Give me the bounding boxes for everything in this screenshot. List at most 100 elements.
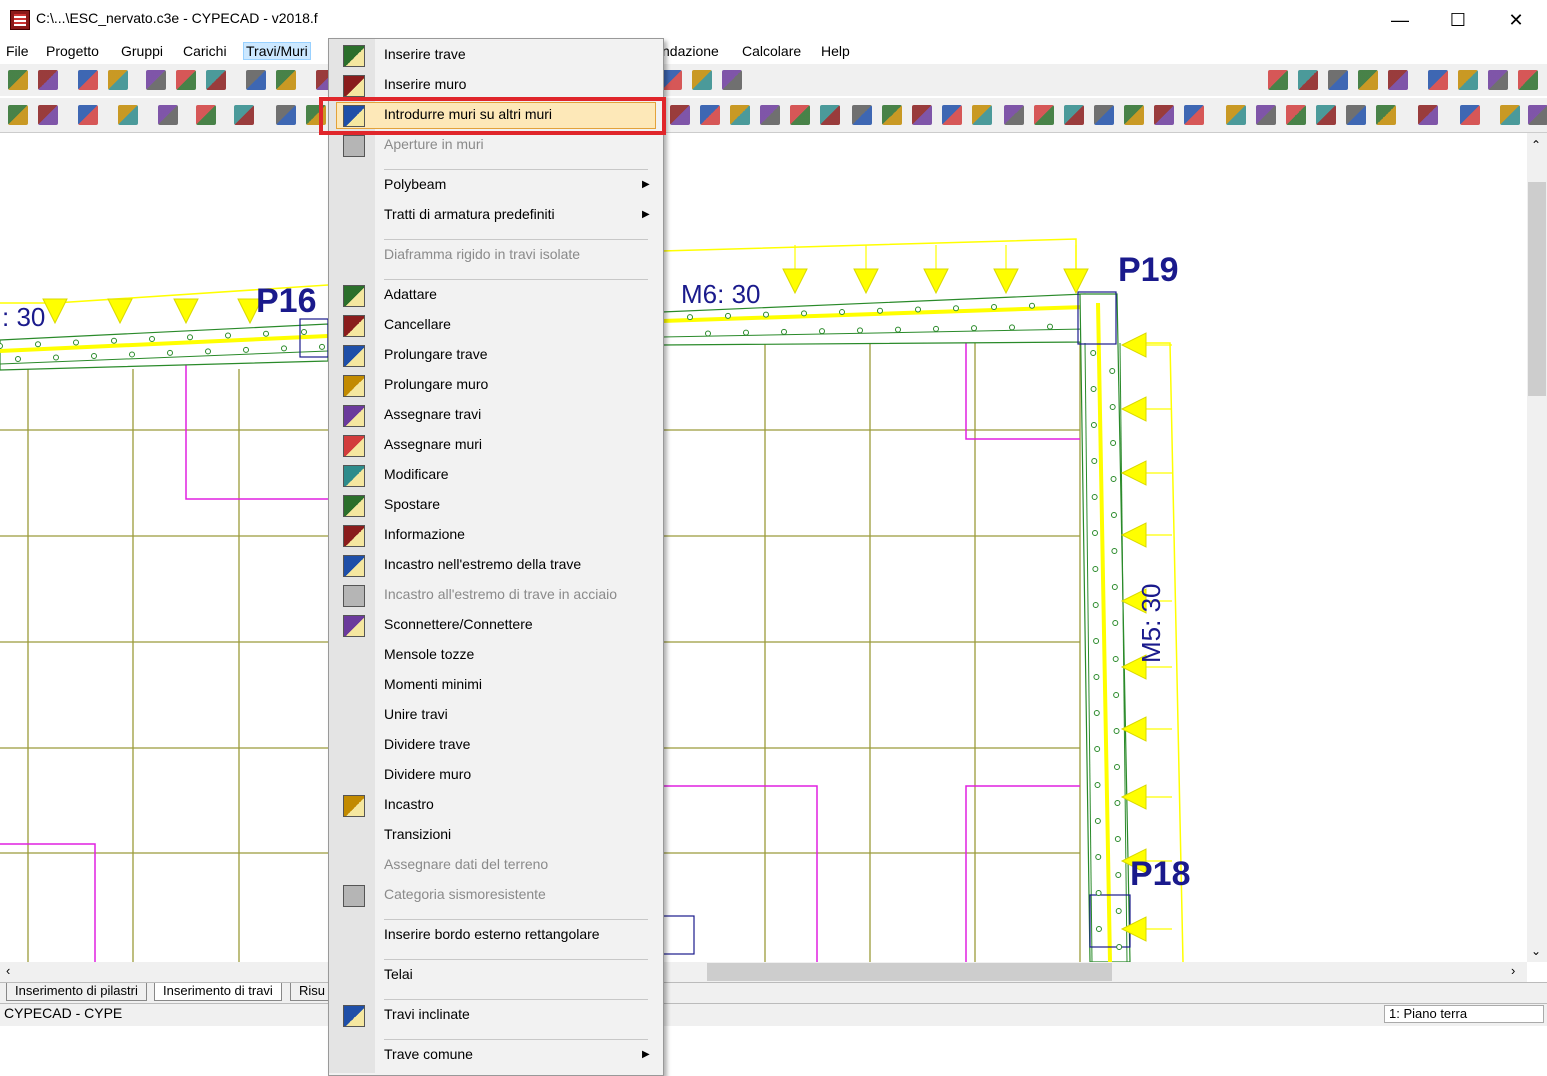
toolbar2-button-icon[interactable] bbox=[1124, 105, 1144, 125]
menu-option-diaframma-rigido-in-travi-isolate[interactable]: Diaframma rigido in travi isolate bbox=[384, 246, 580, 262]
toolbar2-button-icon[interactable] bbox=[1346, 105, 1366, 125]
menu-option-aperture-in-muri[interactable]: Aperture in muri bbox=[384, 136, 484, 152]
close-button[interactable]: ✕ bbox=[1487, 0, 1545, 40]
toolbar1-button-icon[interactable] bbox=[276, 70, 296, 90]
menu-file[interactable]: File bbox=[4, 43, 31, 59]
toolbar2-button-icon[interactable] bbox=[972, 105, 992, 125]
menu-option-sconnettere-connettere[interactable]: Sconnettere/Connettere bbox=[384, 616, 533, 632]
toolbar2-button-icon[interactable] bbox=[1460, 105, 1480, 125]
menu-help[interactable]: Help bbox=[819, 43, 852, 59]
menu-option-spostare[interactable]: Spostare bbox=[384, 496, 440, 512]
scroll-right-icon[interactable]: › bbox=[1511, 963, 1515, 978]
toolbar2-button-icon[interactable] bbox=[78, 105, 98, 125]
toolbar1-button-icon[interactable] bbox=[1388, 70, 1408, 90]
toolbar2-button-icon[interactable] bbox=[1418, 105, 1438, 125]
toolbar2-button-icon[interactable] bbox=[1286, 105, 1306, 125]
toolbar2-button-icon[interactable] bbox=[276, 105, 296, 125]
toolbar2-button-icon[interactable] bbox=[118, 105, 138, 125]
menu-option-modificare[interactable]: Modificare bbox=[384, 466, 449, 482]
menu-option-dividere-trave[interactable]: Dividere trave bbox=[384, 736, 470, 752]
toolbar2-button-icon[interactable] bbox=[8, 105, 28, 125]
menu-option-prolungare-muro[interactable]: Prolungare muro bbox=[384, 376, 488, 392]
menu-option-mensole-tozze[interactable]: Mensole tozze bbox=[384, 646, 474, 662]
menu-progetto[interactable]: Progetto bbox=[44, 43, 101, 59]
toolbar1-button-icon[interactable] bbox=[1358, 70, 1378, 90]
toolbar2-button-icon[interactable] bbox=[234, 105, 254, 125]
menu-option-incastro[interactable]: Incastro bbox=[384, 796, 434, 812]
toolbar2-button-icon[interactable] bbox=[912, 105, 932, 125]
toolbar1-button-icon[interactable] bbox=[1518, 70, 1538, 90]
toolbar1-button-icon[interactable] bbox=[1458, 70, 1478, 90]
toolbar2-button-icon[interactable] bbox=[670, 105, 690, 125]
toolbar2-button-icon[interactable] bbox=[1064, 105, 1084, 125]
toolbar1-button-icon[interactable] bbox=[176, 70, 196, 90]
toolbar2-button-icon[interactable] bbox=[196, 105, 216, 125]
menu-gruppi[interactable]: Gruppi bbox=[119, 43, 165, 59]
toolbar2-button-icon[interactable] bbox=[1034, 105, 1054, 125]
toolbar1-button-icon[interactable] bbox=[206, 70, 226, 90]
menu-carichi[interactable]: Carichi bbox=[181, 43, 229, 59]
toolbar2-button-icon[interactable] bbox=[700, 105, 720, 125]
menu-option-assegnare-muri[interactable]: Assegnare muri bbox=[384, 436, 482, 452]
toolbar1-button-icon[interactable] bbox=[8, 70, 28, 90]
toolbar2-button-icon[interactable] bbox=[38, 105, 58, 125]
scroll-up-icon[interactable]: ⌃ bbox=[1531, 138, 1541, 152]
toolbar2-button-icon[interactable] bbox=[820, 105, 840, 125]
scroll-down-icon[interactable]: ⌄ bbox=[1531, 944, 1541, 958]
toolbar1-button-icon[interactable] bbox=[722, 70, 742, 90]
toolbar2-button-icon[interactable] bbox=[1528, 105, 1547, 125]
menu-option-dividere-muro[interactable]: Dividere muro bbox=[384, 766, 471, 782]
menu-option-inserire-muro[interactable]: Inserire muro bbox=[384, 76, 466, 92]
tab-inserimento-pilastri[interactable]: Inserimento di pilastri bbox=[6, 983, 147, 1001]
toolbar1-button-icon[interactable] bbox=[1328, 70, 1348, 90]
menu-option-adattare[interactable]: Adattare bbox=[384, 286, 437, 302]
tab-inserimento-travi[interactable]: Inserimento di travi bbox=[154, 983, 282, 1001]
menu-option-travi-inclinate[interactable]: Travi inclinate bbox=[384, 1006, 470, 1022]
vertical-scroll-thumb[interactable] bbox=[1528, 182, 1546, 396]
toolbar2-button-icon[interactable] bbox=[1376, 105, 1396, 125]
toolbar2-button-icon[interactable] bbox=[1184, 105, 1204, 125]
toolbar1-button-icon[interactable] bbox=[1268, 70, 1288, 90]
menu-option-cancellare[interactable]: Cancellare bbox=[384, 316, 451, 332]
toolbar1-button-icon[interactable] bbox=[1428, 70, 1448, 90]
toolbar1-button-icon[interactable] bbox=[662, 70, 682, 90]
menu-travi-muri[interactable]: Travi/Muri bbox=[243, 42, 311, 60]
menu-option-assegnare-dati-del-terreno[interactable]: Assegnare dati del terreno bbox=[384, 856, 548, 872]
menu-option-trave-comune[interactable]: Trave comune bbox=[384, 1046, 473, 1062]
menu-option-momenti-minimi[interactable]: Momenti minimi bbox=[384, 676, 482, 692]
menu-option-telai[interactable]: Telai bbox=[384, 966, 413, 982]
menu-option-transizioni[interactable]: Transizioni bbox=[384, 826, 451, 842]
horizontal-scroll-thumb[interactable] bbox=[707, 963, 1112, 981]
menu-option-assegnare-travi[interactable]: Assegnare travi bbox=[384, 406, 481, 422]
menu-option-inserire-trave[interactable]: Inserire trave bbox=[384, 46, 466, 62]
menu-option-inserire-bordo-esterno-rettangolare[interactable]: Inserire bordo esterno rettangolare bbox=[384, 926, 600, 942]
toolbar1-button-icon[interactable] bbox=[1488, 70, 1508, 90]
toolbar1-button-icon[interactable] bbox=[78, 70, 98, 90]
minimize-button[interactable]: — bbox=[1371, 0, 1429, 40]
toolbar2-button-icon[interactable] bbox=[1154, 105, 1174, 125]
scroll-left-icon[interactable]: ‹ bbox=[6, 963, 10, 978]
toolbar2-button-icon[interactable] bbox=[1226, 105, 1246, 125]
menu-option-prolungare-trave[interactable]: Prolungare trave bbox=[384, 346, 488, 362]
toolbar1-button-icon[interactable] bbox=[692, 70, 712, 90]
menu-option-tratti-di-armatura-predefiniti[interactable]: Tratti di armatura predefiniti bbox=[384, 206, 555, 222]
menu-option-polybeam[interactable]: Polybeam bbox=[384, 176, 446, 192]
toolbar2-button-icon[interactable] bbox=[790, 105, 810, 125]
toolbar2-button-icon[interactable] bbox=[158, 105, 178, 125]
toolbar2-button-icon[interactable] bbox=[1256, 105, 1276, 125]
floor-indicator[interactable]: 1: Piano terra bbox=[1384, 1005, 1544, 1023]
menu-option-informazione[interactable]: Informazione bbox=[384, 526, 465, 542]
menu-option-incastro-all-estremo-di-trave-in-acciaio[interactable]: Incastro all'estremo di trave in acciaio bbox=[384, 586, 617, 602]
menu-option-unire-travi[interactable]: Unire travi bbox=[384, 706, 448, 722]
toolbar1-button-icon[interactable] bbox=[1298, 70, 1318, 90]
toolbar2-button-icon[interactable] bbox=[760, 105, 780, 125]
drawing-canvas[interactable]: P16 P19 P18 M6: 30 : 30 M5: 30 bbox=[0, 133, 1527, 962]
toolbar1-button-icon[interactable] bbox=[38, 70, 58, 90]
toolbar2-button-icon[interactable] bbox=[730, 105, 750, 125]
toolbar2-button-icon[interactable] bbox=[852, 105, 872, 125]
toolbar2-button-icon[interactable] bbox=[1316, 105, 1336, 125]
menu-option-categoria-sismoresistente[interactable]: Categoria sismoresistente bbox=[384, 886, 546, 902]
menu-option-incastro-nell-estremo-della-trave[interactable]: Incastro nell'estremo della trave bbox=[384, 556, 581, 572]
maximize-button[interactable]: ☐ bbox=[1429, 0, 1487, 40]
toolbar1-button-icon[interactable] bbox=[246, 70, 266, 90]
